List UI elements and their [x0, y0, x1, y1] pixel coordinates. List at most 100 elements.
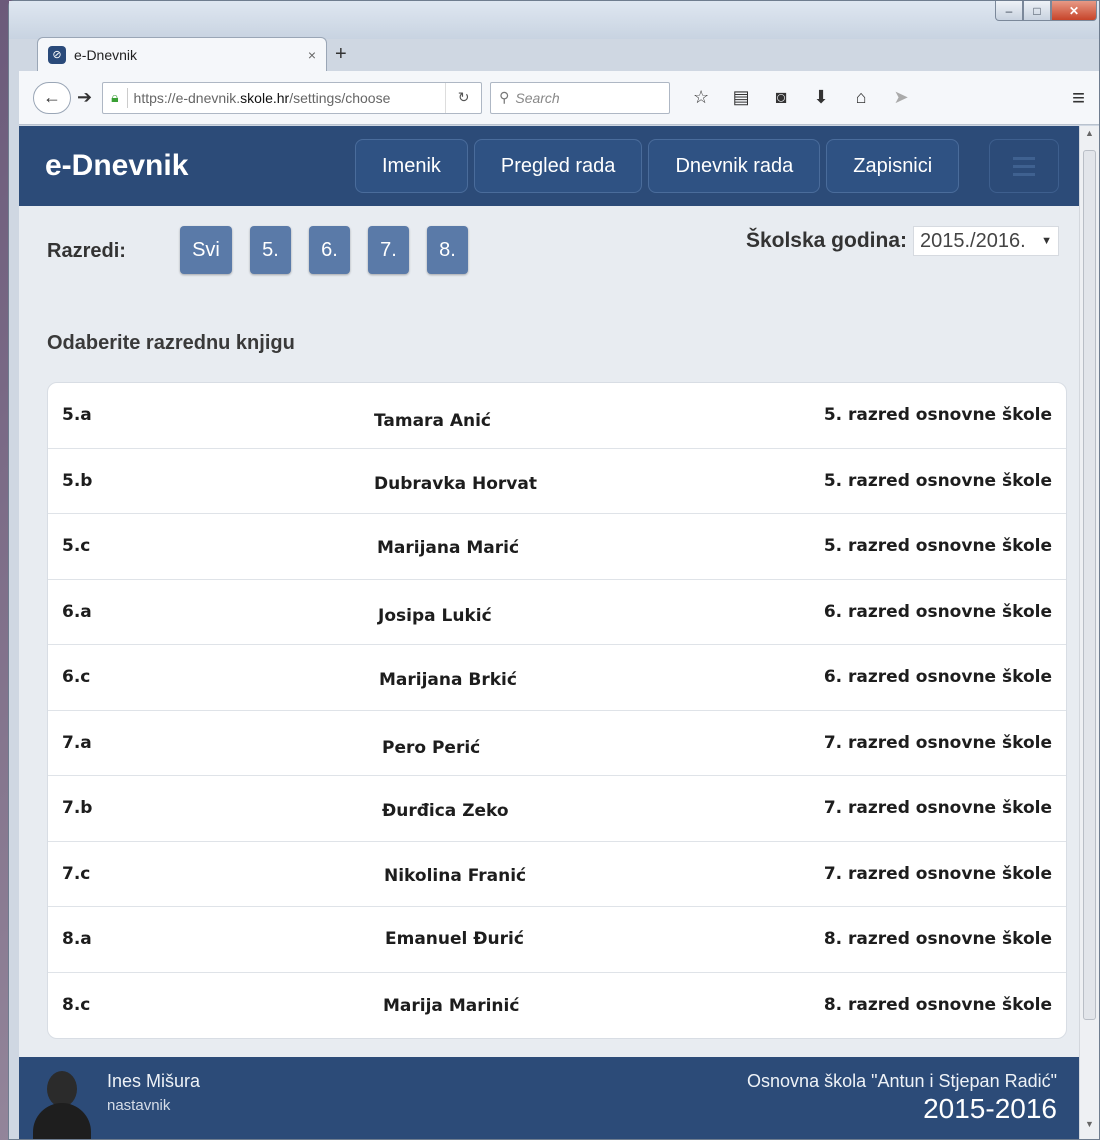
section-title: Odaberite razrednu knjigu: [47, 332, 295, 354]
class-code: 7.b: [62, 798, 93, 818]
url-text: https://e-dnevnik.skole.hr/settings/choo…: [134, 90, 391, 106]
school-year-label: Školska godina:: [745, 229, 907, 252]
page-scrollbar[interactable]: ▲ ▼: [1079, 126, 1099, 1139]
star-icon[interactable]: ☆: [688, 87, 714, 108]
tab-close-icon[interactable]: ×: [308, 47, 316, 63]
nav-zapisnici-button[interactable]: Zapisnici: [826, 139, 960, 193]
class-teacher: Đurđica Zeko: [382, 801, 509, 821]
class-teacher: Nikolina Franić: [384, 865, 527, 886]
class-row[interactable]: 8.a Emanuel Đurić 8. razred osnovne škol…: [48, 907, 1066, 973]
page-viewport: e-Dnevnik Imenik Pregled rada Dnevnik ra…: [19, 126, 1099, 1139]
back-icon[interactable]: ←: [33, 81, 71, 114]
nav-pregled-rada-button[interactable]: Pregled rada: [473, 139, 643, 193]
class-row[interactable]: 5.a Tamara Anić 5. razred osnovne škole: [48, 383, 1066, 449]
class-teacher: Marijana Marić: [377, 538, 520, 558]
new-tab-button[interactable]: +: [335, 43, 347, 66]
minimize-button[interactable]: –: [995, 1, 1023, 21]
school-year-value: 2015./2016.: [920, 229, 1026, 252]
class-row[interactable]: 5.c Marijana Marić 5. razred osnovne ško…: [48, 514, 1066, 580]
school-name: Osnovna škola "Antun i Stjepan Radić": [747, 1071, 1057, 1091]
grade-all-button[interactable]: Svi: [180, 226, 232, 274]
browser-toolbar: ← ➔ 🔒︎ https://e-dnevnik.skole.hr/settin…: [19, 71, 1099, 125]
class-code: 8.c: [62, 994, 91, 1015]
hamburger-icon[interactable]: [989, 139, 1060, 193]
app-header: e-Dnevnik Imenik Pregled rada Dnevnik ra…: [19, 126, 1079, 206]
class-grade: 5. razred osnovne škole: [823, 405, 1052, 425]
grade-6-button[interactable]: 6.: [309, 226, 350, 274]
url-path: /settings/choose: [289, 89, 391, 106]
url-domain: skole.hr: [240, 89, 290, 106]
grade-5-button[interactable]: 5.: [250, 226, 291, 274]
filter-bar: Razredi: Svi 5. 6. 7. 8. Školska godina:…: [47, 226, 1059, 276]
scroll-up-icon[interactable]: ▲: [1080, 128, 1099, 146]
url-bar[interactable]: 🔒︎ https://e-dnevnik.skole.hr/settings/c…: [102, 81, 483, 114]
class-grade: 5. razred osnovne škole: [823, 536, 1052, 556]
class-teacher: Tamara Anić: [374, 411, 491, 431]
search-placeholder: Search: [515, 89, 560, 106]
browser-window: – □ ✕ ⊘ e-Dnevnik × + ← ➔ 🔒︎ https://e-d…: [8, 0, 1100, 1140]
class-code: 5.b: [62, 470, 93, 491]
grade-7-button[interactable]: 7.: [368, 226, 409, 274]
title-bar: – □ ✕: [9, 1, 1099, 39]
grade-filter: Svi 5. 6. 7. 8.: [180, 226, 468, 274]
school-year-select[interactable]: 2015./2016. ▼: [913, 226, 1059, 256]
razredi-label: Razredi:: [47, 240, 126, 262]
class-teacher: Emanuel Đurić: [385, 929, 524, 949]
search-icon: ⚲: [499, 89, 510, 105]
chevron-down-icon: ▼: [1041, 235, 1052, 247]
search-input[interactable]: ⚲ Search: [490, 81, 671, 114]
toolbar-icons: ☆ ▤ ◙ ⬇ ⌂ ➤: [688, 87, 914, 108]
class-grade: 7. razred osnovne škole: [823, 798, 1052, 818]
app-brand[interactable]: e-Dnevnik: [45, 149, 355, 183]
class-grade: 7. razred osnovne škole: [823, 732, 1052, 753]
browser-tab[interactable]: ⊘ e-Dnevnik ×: [37, 37, 327, 71]
class-row[interactable]: 7.c Nikolina Franić 7. razred osnovne šk…: [48, 842, 1066, 907]
favicon-icon: ⊘: [48, 45, 66, 64]
url-separator: [126, 87, 128, 108]
class-teacher: Dubravka Horvat: [374, 473, 537, 494]
class-code: 7.c: [62, 863, 91, 884]
avatar-icon: [31, 1069, 93, 1139]
nav-dnevnik-rada-button[interactable]: Dnevnik rada: [648, 139, 821, 193]
scroll-thumb[interactable]: [1083, 150, 1096, 1020]
class-teacher: Josipa Lukić: [378, 605, 492, 626]
class-row[interactable]: 5.b Dubravka Horvat 5. razred osnovne šk…: [48, 449, 1066, 514]
grade-8-button[interactable]: 8.: [427, 226, 468, 274]
app-nav: Imenik Pregled rada Dnevnik rada Zapisni…: [355, 139, 960, 193]
close-window-button[interactable]: ✕: [1051, 1, 1097, 21]
school-year-footer: 2015-2016: [923, 1093, 1057, 1124]
home-icon[interactable]: ⌂: [848, 87, 874, 108]
window-controls: – □ ✕: [995, 1, 1097, 21]
scroll-down-icon[interactable]: ▼: [1080, 1119, 1099, 1137]
reading-list-icon[interactable]: ▤: [728, 87, 754, 108]
class-grade: 6. razred osnovne škole: [823, 601, 1052, 622]
forward-icon[interactable]: ➔: [77, 87, 92, 108]
class-code: 5.c: [62, 536, 91, 556]
class-code: 8.a: [62, 929, 92, 949]
class-code: 5.a: [62, 405, 92, 425]
lock-icon: 🔒︎: [111, 89, 119, 105]
url-prefix: https://e-dnevnik.: [133, 89, 241, 106]
class-grade: 8. razred osnovne škole: [823, 994, 1052, 1015]
class-teacher: Marijana Brkić: [379, 670, 517, 690]
app-footer: Ines Mišura nastavnik Osnovna škola "Ant…: [19, 1057, 1079, 1139]
class-code: 7.a: [62, 732, 92, 753]
class-grade: 8. razred osnovne škole: [823, 929, 1052, 949]
nav-imenik-button[interactable]: Imenik: [355, 139, 468, 193]
class-row[interactable]: 8.c Marija Marinić 8. razred osnovne ško…: [48, 973, 1066, 1039]
user-name: Ines Mišura: [107, 1071, 201, 1091]
class-list: 5.a Tamara Anić 5. razred osnovne škole …: [47, 382, 1067, 1039]
menu-icon[interactable]: ≡: [1072, 85, 1085, 111]
class-grade: 6. razred osnovne škole: [823, 667, 1052, 687]
user-role: nastavnik: [107, 1097, 171, 1114]
send-icon[interactable]: ➤: [888, 87, 914, 108]
class-row[interactable]: 7.b Đurđica Zeko 7. razred osnovne škole: [48, 776, 1066, 842]
download-icon[interactable]: ⬇: [808, 87, 834, 108]
class-row[interactable]: 6.c Marijana Brkić 6. razred osnovne ško…: [48, 645, 1066, 711]
tab-title: e-Dnevnik: [74, 46, 138, 63]
class-row[interactable]: 6.a Josipa Lukić 6. razred osnovne škole: [48, 580, 1066, 645]
maximize-button[interactable]: □: [1023, 1, 1051, 21]
reload-icon[interactable]: ↻: [445, 82, 481, 113]
class-row[interactable]: 7.a Pero Perić 7. razred osnovne škole: [48, 711, 1066, 776]
pocket-icon[interactable]: ◙: [768, 87, 794, 108]
